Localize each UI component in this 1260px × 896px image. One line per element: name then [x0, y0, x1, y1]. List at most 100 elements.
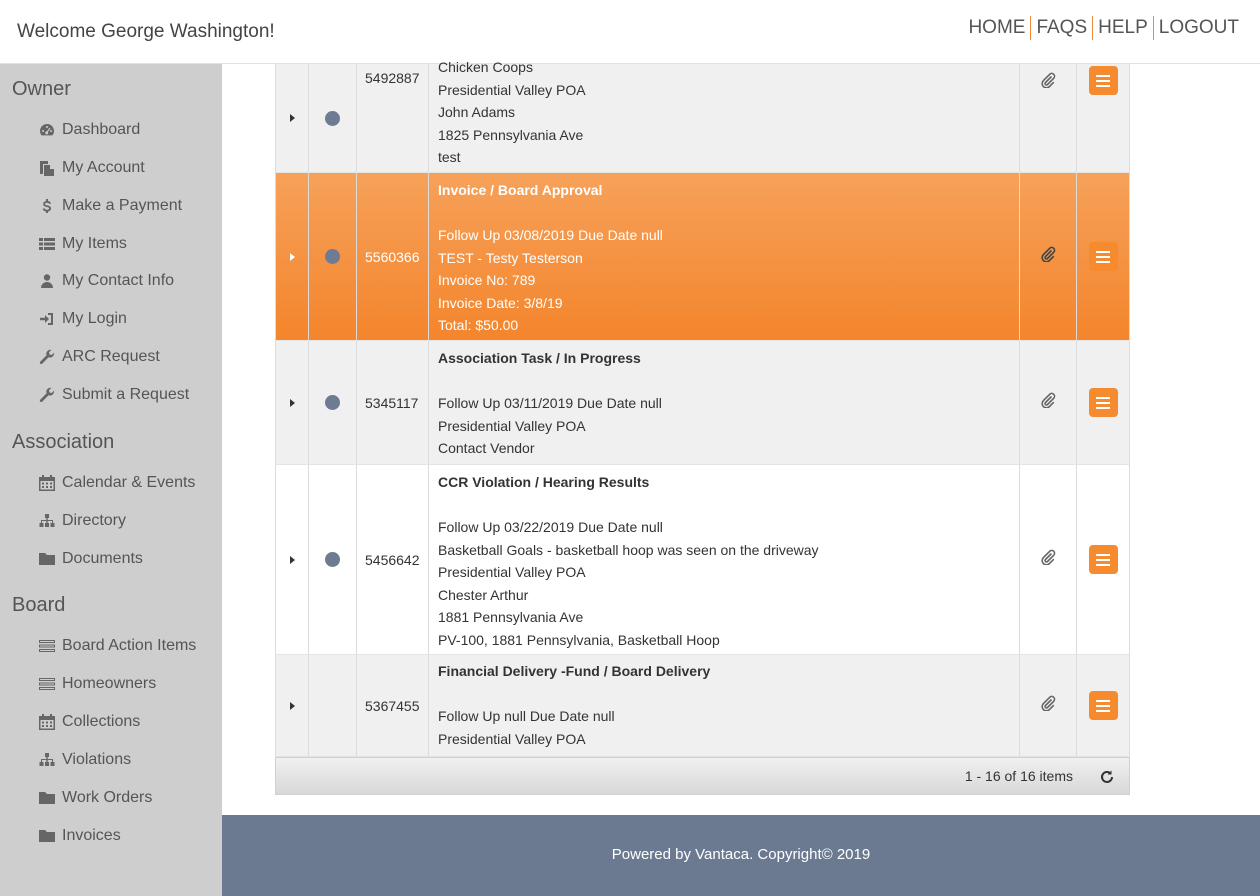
nav-home-link[interactable]: HOME	[963, 16, 1030, 40]
table-row[interactable]: 5367455 Financial Delivery -Fund / Board…	[275, 655, 1130, 757]
paperclip-icon[interactable]	[1040, 72, 1056, 93]
refresh-icon[interactable]	[1099, 769, 1115, 785]
sidebar-item-make-a-payment[interactable]: Make a Payment	[39, 195, 182, 217]
wrench-icon	[39, 387, 55, 403]
dollar-icon	[39, 198, 55, 214]
sidebar-item-label: Directory	[62, 512, 127, 529]
sidebar-item-my-contact-info[interactable]: My Contact Info	[39, 270, 174, 292]
expand-arrow-icon[interactable]	[289, 252, 295, 261]
desc-line: Follow Up 03/08/2019 Due Date null	[438, 227, 663, 243]
expand-arrow-icon[interactable]	[289, 114, 295, 122]
sidebar-item-label: My Contact Info	[62, 272, 175, 289]
footer-copyright: Powered by Vantaca. Copyright© 2019	[611, 846, 871, 863]
section-title-association: Association	[12, 431, 115, 453]
sidebar-item-label: Calendar & Events	[62, 474, 196, 491]
row-menu-button[interactable]	[1088, 388, 1118, 417]
desc-title: Financial Delivery -Fund / Board Deliver…	[438, 663, 711, 679]
status-cell	[309, 655, 357, 756]
paperclip-icon[interactable]	[1040, 246, 1056, 267]
row-menu-button[interactable]	[1088, 242, 1118, 271]
sidebar-item-collections[interactable]: Collections	[39, 711, 140, 733]
sidebar-item-work-orders[interactable]: Work Orders	[39, 787, 152, 809]
paperclip-icon[interactable]	[1040, 392, 1056, 413]
folder-icon	[39, 828, 55, 844]
nav-faqs-link[interactable]: FAQS	[1031, 16, 1092, 40]
wrench-icon	[39, 349, 55, 365]
desc-line: Presidential Valley POA	[438, 730, 586, 747]
expand-cell[interactable]	[275, 173, 309, 340]
item-id: 5492887	[357, 64, 429, 172]
description-cell: Financial Delivery -Fund / Board Deliver…	[429, 655, 1020, 756]
expand-arrow-icon[interactable]	[289, 555, 295, 564]
sidebar-item-invoices[interactable]: Invoices	[39, 825, 121, 847]
table-row[interactable]: 5345117 Association Task / In Progress F…	[275, 341, 1130, 465]
expand-cell[interactable]	[275, 341, 309, 464]
desc-line	[438, 494, 819, 517]
paperclip-icon[interactable]	[1040, 549, 1056, 570]
sidebar-item-documents[interactable]: Documents	[39, 548, 143, 570]
row-menu-button[interactable]	[1088, 691, 1118, 720]
sidebar-item-label: Submit a Request	[62, 386, 190, 403]
description-cell: Association Task / In Progress Follow Up…	[429, 341, 1020, 464]
attachment-cell	[1020, 465, 1077, 654]
description-text: Association Task / In Progress Follow Up…	[438, 347, 662, 460]
tasks-icon	[39, 638, 55, 654]
sidebar-item-homeowners[interactable]: Homeowners	[39, 673, 156, 695]
sidebar-item-board-action-items[interactable]: Board Action Items	[39, 635, 196, 657]
sidebar-item-label: My Items	[62, 235, 127, 252]
sidebar-item-my-account[interactable]: My Account	[39, 157, 145, 179]
grid-pager: 1 - 16 of 16 items	[275, 757, 1130, 795]
expand-cell[interactable]	[275, 64, 309, 172]
item-id: 5367455	[357, 655, 429, 756]
nav-logout-link[interactable]: LOGOUT	[1154, 16, 1244, 40]
sidebar-item-directory[interactable]: Directory	[39, 510, 126, 532]
sidebar-item-arc-request[interactable]: ARC Request	[39, 346, 160, 368]
expand-arrow-icon[interactable]	[289, 398, 295, 407]
sidebar-item-label: Board Action Items	[62, 637, 197, 654]
folder-icon	[39, 790, 55, 806]
sidebar: Owner Dashboard My Account Make a Paymen…	[0, 64, 222, 896]
paperclip-icon[interactable]	[1040, 695, 1056, 716]
desc-title: Association Task / In Progress	[438, 350, 641, 366]
status-dot-icon	[325, 395, 340, 410]
table-row[interactable]: 5560366 Invoice / Board Approval Follow …	[275, 173, 1130, 341]
table-row[interactable]: 5456642 CCR Violation / Hearing Results …	[275, 465, 1130, 655]
expand-arrow-icon[interactable]	[289, 701, 295, 710]
item-id: 5560366	[357, 173, 429, 340]
table-row[interactable]: 5492887 Chicken Coops Presidential Valle…	[275, 59, 1130, 173]
desc-line: TEST - Testy Testerson	[438, 249, 583, 266]
header: Welcome George Washington! HOME FAQS HEL…	[0, 0, 1260, 64]
description-cell: Invoice / Board Approval Follow Up 03/08…	[429, 173, 1020, 340]
menu-cell	[1077, 341, 1130, 464]
desc-title: Invoice / Board Approval	[438, 182, 603, 198]
sidebar-item-calendar-events[interactable]: Calendar & Events	[39, 472, 195, 494]
expand-cell[interactable]	[275, 465, 309, 654]
status-cell	[309, 341, 357, 464]
footer: Powered by Vantaca. Copyright© 2019	[222, 815, 1260, 896]
folder-icon	[39, 551, 55, 567]
sidebar-item-label: Work Orders	[62, 789, 153, 806]
sidebar-item-my-items[interactable]: My Items	[39, 233, 127, 255]
expand-cell[interactable]	[275, 655, 309, 756]
sidebar-item-submit-a-request[interactable]: Submit a Request	[39, 384, 189, 406]
list-icon	[39, 236, 55, 252]
desc-line: 1825 Pennsylvania Ave	[438, 126, 584, 143]
desc-line: Follow Up 03/22/2019 Due Date null	[438, 519, 663, 535]
desc-line: Presidential Valley POA	[438, 81, 586, 98]
row-menu-button[interactable]	[1088, 545, 1118, 574]
description-cell: CCR Violation / Hearing Results Follow U…	[429, 465, 1020, 654]
copy-icon	[39, 160, 55, 176]
status-dot-icon	[325, 552, 340, 567]
section-title-owner: Owner	[12, 78, 71, 100]
sidebar-item-violations[interactable]: Violations	[39, 749, 131, 771]
sitemap-icon	[39, 752, 55, 768]
item-id: 5345117	[357, 341, 429, 464]
menu-cell	[1077, 64, 1130, 172]
sidebar-item-dashboard[interactable]: Dashboard	[39, 119, 140, 141]
item-id: 5456642	[357, 465, 429, 654]
nav-help-link[interactable]: HELP	[1093, 16, 1153, 40]
sidebar-item-my-login[interactable]: My Login	[39, 308, 127, 330]
row-menu-button[interactable]	[1088, 66, 1118, 95]
desc-line	[438, 683, 710, 706]
pager-info: 1 - 16 of 16 items	[964, 768, 1073, 784]
